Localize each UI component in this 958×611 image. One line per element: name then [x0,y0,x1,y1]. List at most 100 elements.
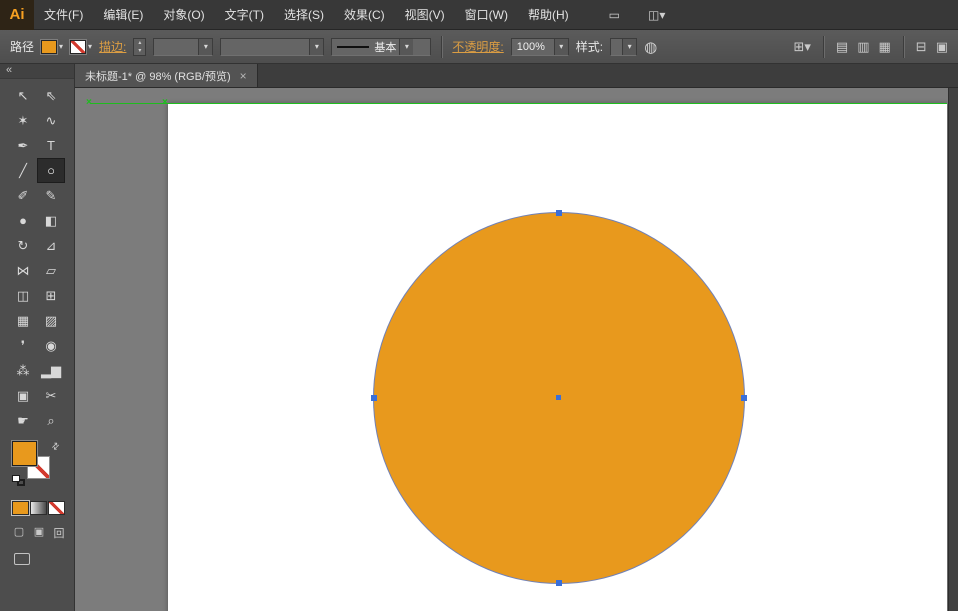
brush-stroke-preview [337,46,369,48]
scale-tool[interactable]: ⊿ [37,233,65,258]
stepper-up-icon[interactable]: ▴ [134,39,145,47]
workspace-switcher-icon[interactable]: ◫▾ [648,8,665,22]
smart-guide-line [90,103,947,104]
brush-definition-dropdown[interactable]: 基本 ▾ [331,38,431,56]
align-right-icon[interactable]: ▦ [879,39,891,55]
zoom-tool[interactable]: ⌕ [37,408,65,433]
free-transform-tool[interactable]: ▱ [37,258,65,283]
eyedropper-tool[interactable]: ❜ [9,333,37,358]
stroke-weight-stepper[interactable]: ▴ ▾ [133,38,146,56]
default-fill-stroke-icon[interactable] [12,475,26,487]
perspective-grid-tool[interactable]: ⊞ [37,283,65,308]
stroke-none-swatch[interactable] [70,40,86,54]
menu-file[interactable]: 文件(F) [34,0,93,30]
ellipse-shape[interactable] [373,212,745,584]
chevron-down-icon: ▾ [59,43,63,51]
width-tool[interactable]: ⋈ [9,258,37,283]
selection-type-label: 路径 [10,38,34,55]
paintbrush-tool[interactable]: ✐ [9,183,37,208]
pencil-tool[interactable]: ✎ [37,183,65,208]
fill-color-swatch[interactable] [41,40,57,54]
center-point[interactable] [556,395,561,400]
transform-panel-icon[interactable]: ⊞▾ [793,39,810,55]
lasso-tool[interactable]: ∿ [37,108,65,133]
menu-effect[interactable]: 效果(C) [334,0,395,30]
anchor-point-left[interactable] [371,395,377,401]
chevron-down-icon[interactable]: ▾ [198,39,212,55]
stroke-color-dropdown[interactable]: ▾ [70,40,92,54]
pen-tool[interactable]: ✒ [9,133,37,158]
panel-dock-strip[interactable] [948,88,958,611]
style-dropdown[interactable]: ▾ [610,38,637,56]
stroke-panel-link[interactable]: 描边: [99,38,126,55]
document-tab[interactable]: 未标题-1* @ 98% (RGB/预览) × [75,64,258,87]
gradient-tool[interactable]: ▨ [37,308,65,333]
color-mode-buttons [12,501,74,515]
draw-normal-icon[interactable]: ▢ [12,525,26,541]
canvas[interactable]: × × [75,88,948,611]
chevron-down-icon[interactable]: ▾ [399,39,413,55]
swap-fill-stroke-icon[interactable]: ⇄ [50,440,63,453]
anchor-point-top[interactable] [556,210,562,216]
document-setup-icon[interactable]: ⊟ [916,39,927,55]
collapse-panel-icon[interactable]: « [6,64,12,76]
hand-tool[interactable]: ☛ [9,408,37,433]
default-fill-icon [12,475,20,482]
menu-type[interactable]: 文字(T) [215,0,274,30]
column-graph-tool[interactable]: ▂▆ [37,358,65,383]
slice-tool[interactable]: ✂ [37,383,65,408]
menubar-icons: ▭ ◫▾ [609,8,666,22]
chevron-down-icon[interactable]: ▾ [554,39,568,55]
chevron-down-icon[interactable]: ▾ [622,39,636,55]
draw-behind-icon[interactable]: ▣ [32,525,46,541]
document-tab-bar: 未标题-1* @ 98% (RGB/预览) × [75,64,958,88]
menu-view[interactable]: 视图(V) [395,0,455,30]
screen-mode-button[interactable] [14,553,30,565]
anchor-point-right[interactable] [741,395,747,401]
anchor-point-bottom[interactable] [556,580,562,586]
magic-wand-tool[interactable]: ✶ [9,108,37,133]
tools-panel-header[interactable]: « [0,64,74,79]
fill-indicator[interactable] [12,441,37,466]
width-profile-dropdown[interactable]: ▾ [220,38,324,56]
style-label: 样式: [576,38,603,55]
opacity-dropdown[interactable]: 100% ▾ [511,38,569,56]
selection-tool[interactable]: ↖ [9,83,37,108]
tools-panel: « ↖⇖✶∿✒T╱○✐✎●◧↻⊿⋈▱◫⊞▦▨❜◉⁂▂▆▣✂☛⌕ ⇄ ▢▣回 [0,64,75,611]
menu-window[interactable]: 窗口(W) [455,0,518,30]
type-tool[interactable]: T [37,133,65,158]
close-icon[interactable]: × [240,70,247,82]
menu-object[interactable]: 对象(O) [153,0,214,30]
menu-select[interactable]: 选择(S) [274,0,334,30]
control-right-icons: ⊞▾ ▤ ▥ ▦ ⊟ ▣ [793,36,948,58]
stepper-down-icon[interactable]: ▾ [134,47,145,55]
rotate-tool[interactable]: ↻ [9,233,37,258]
menu-help[interactable]: 帮助(H) [518,0,579,30]
chevron-down-icon[interactable]: ▾ [309,39,323,55]
fill-color-dropdown[interactable]: ▾ [41,40,63,54]
ellipse-tool[interactable]: ○ [37,158,65,183]
line-segment-tool[interactable]: ╱ [9,158,37,183]
none-button[interactable] [48,501,65,515]
stroke-weight-dropdown[interactable]: ▾ [153,38,213,56]
preferences-icon[interactable]: ▣ [936,39,948,55]
opacity-panel-link[interactable]: 不透明度: [452,38,503,55]
color-button[interactable] [12,501,29,515]
eraser-tool[interactable]: ◧ [37,208,65,233]
menu-edit[interactable]: 编辑(E) [93,0,153,30]
align-left-icon[interactable]: ▤ [836,39,848,55]
app-logo[interactable]: Ai [0,0,34,30]
shape-builder-tool[interactable]: ◫ [9,283,37,308]
arrange-documents-icon[interactable]: ▭ [609,8,620,22]
blob-brush-tool[interactable]: ● [9,208,37,233]
mesh-tool[interactable]: ▦ [9,308,37,333]
blend-tool[interactable]: ◉ [37,333,65,358]
direct-selection-tool[interactable]: ⇖ [37,83,65,108]
illustrator-window: { "colors": { "fill_orange": "#E8991D", … [0,0,958,611]
align-center-icon[interactable]: ▥ [857,39,869,55]
artboard-tool[interactable]: ▣ [9,383,37,408]
recolor-artwork-icon[interactable]: ◍ [644,38,657,56]
draw-inside-icon[interactable]: 回 [52,525,66,541]
symbol-sprayer-tool[interactable]: ⁂ [9,358,37,383]
gradient-button[interactable] [30,501,47,515]
